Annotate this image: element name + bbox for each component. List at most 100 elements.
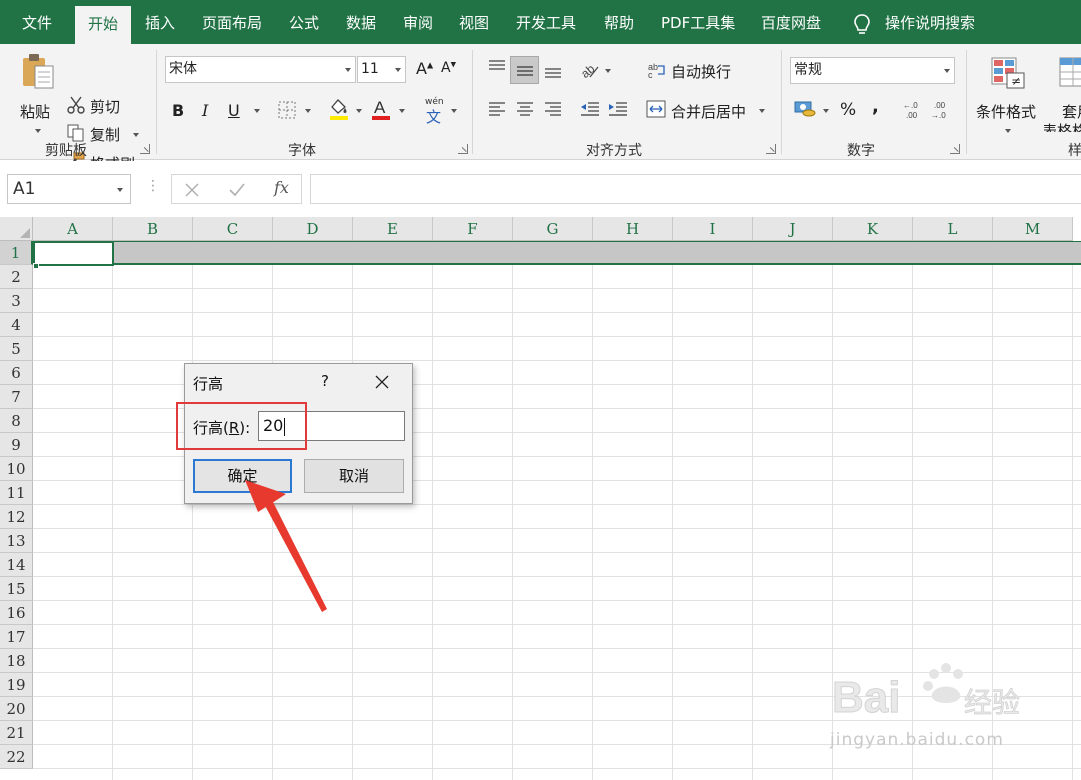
tab-file[interactable]: 文件: [22, 0, 52, 44]
tab-data[interactable]: 数据: [346, 0, 376, 44]
table-row[interactable]: [33, 505, 1081, 529]
row-header-1[interactable]: 1: [0, 241, 33, 265]
increase-font-icon[interactable]: A▲: [416, 59, 433, 78]
phonetic-dropdown-icon[interactable]: [451, 109, 457, 113]
table-row[interactable]: [33, 265, 1081, 289]
wrap-text-button[interactable]: 自动换行: [671, 61, 731, 82]
underline-dropdown-icon[interactable]: [254, 109, 260, 113]
tab-home[interactable]: 开始: [75, 6, 132, 44]
clipboard-launcher-icon[interactable]: [140, 144, 150, 154]
font-launcher-icon[interactable]: [458, 144, 468, 154]
column-header-c[interactable]: C: [193, 217, 273, 241]
row-header-17[interactable]: 17: [0, 625, 33, 649]
close-icon[interactable]: [375, 375, 389, 389]
help-button[interactable]: ?: [321, 372, 329, 390]
font-color-dropdown-icon[interactable]: [399, 109, 405, 113]
lightbulb-icon[interactable]: [852, 13, 872, 37]
column-header-h[interactable]: H: [593, 217, 673, 241]
align-left-icon[interactable]: [488, 102, 506, 116]
orientation-icon[interactable]: ab: [580, 61, 600, 79]
table-row[interactable]: [33, 625, 1081, 649]
fill-color-dropdown-icon[interactable]: [356, 109, 362, 113]
column-header-b[interactable]: B: [113, 217, 193, 241]
merge-dropdown-icon[interactable]: [759, 109, 765, 113]
decrease-decimal-icon[interactable]: .00 →.0: [931, 99, 951, 121]
select-all-corner[interactable]: [0, 217, 33, 241]
currency-icon[interactable]: [794, 99, 816, 117]
table-row[interactable]: [33, 553, 1081, 577]
increase-indent-icon[interactable]: [608, 101, 628, 117]
conditional-formatting-button[interactable]: ≠ 条件格式: [974, 52, 1040, 133]
font-name-select[interactable]: 宋体: [165, 56, 356, 83]
column-header-l[interactable]: L: [913, 217, 993, 241]
border-dropdown-icon[interactable]: [305, 109, 311, 113]
cancel-button[interactable]: 取消: [304, 459, 404, 493]
row-header-5[interactable]: 5: [0, 337, 33, 361]
column-header-m[interactable]: M: [993, 217, 1073, 241]
decrease-font-icon[interactable]: A▼: [441, 60, 456, 76]
number-launcher-icon[interactable]: [950, 144, 960, 154]
row-header-21[interactable]: 21: [0, 721, 33, 745]
ok-button[interactable]: 确定: [193, 459, 292, 493]
align-right-icon[interactable]: [544, 102, 562, 116]
border-icon[interactable]: [278, 101, 296, 119]
table-row[interactable]: [33, 337, 1081, 361]
active-cell-a1[interactable]: [33, 241, 114, 266]
row-header-16[interactable]: 16: [0, 601, 33, 625]
row-header-15[interactable]: 15: [0, 577, 33, 601]
align-middle-button[interactable]: [510, 56, 539, 84]
column-header-g[interactable]: G: [513, 217, 593, 241]
tab-baidu-netdisk[interactable]: 百度网盘: [761, 0, 821, 44]
formula-input[interactable]: [310, 174, 1081, 204]
align-top-icon[interactable]: [488, 59, 506, 75]
row-header-12[interactable]: 12: [0, 505, 33, 529]
row-header-7[interactable]: 7: [0, 385, 33, 409]
number-format-select[interactable]: 常规: [790, 57, 955, 84]
insert-function-icon[interactable]: fx: [274, 178, 289, 197]
font-size-select[interactable]: 11: [357, 56, 406, 83]
tab-pdf-tools[interactable]: PDF工具集: [661, 0, 735, 44]
column-header-d[interactable]: D: [273, 217, 353, 241]
row-header-11[interactable]: 11: [0, 481, 33, 505]
italic-button[interactable]: I: [202, 101, 208, 120]
format-as-table-button[interactable]: 套用 表格格: [1044, 52, 1081, 132]
row-header-18[interactable]: 18: [0, 649, 33, 673]
row-header-2[interactable]: 2: [0, 265, 33, 289]
table-row[interactable]: [33, 241, 1081, 269]
underline-button[interactable]: U: [228, 101, 240, 120]
table-row[interactable]: [33, 577, 1081, 601]
row-header-10[interactable]: 10: [0, 457, 33, 481]
row-header-4[interactable]: 4: [0, 313, 33, 337]
percent-button[interactable]: %: [840, 100, 856, 120]
row-header-22[interactable]: 22: [0, 745, 33, 769]
align-center-icon[interactable]: [516, 102, 534, 116]
tab-formulas[interactable]: 公式: [289, 0, 319, 44]
column-header-a[interactable]: A: [33, 217, 113, 241]
row-header-14[interactable]: 14: [0, 553, 33, 577]
tab-review[interactable]: 审阅: [403, 0, 433, 44]
bold-button[interactable]: B: [172, 101, 184, 120]
comma-button[interactable]: ,: [872, 96, 879, 117]
cut-button[interactable]: 剪切: [90, 96, 120, 117]
tab-view[interactable]: 视图: [459, 0, 489, 44]
decrease-indent-icon[interactable]: [580, 101, 600, 117]
paste-button[interactable]: 粘贴: [15, 52, 61, 133]
cancel-x-icon[interactable]: [184, 182, 200, 198]
orientation-dropdown-icon[interactable]: [605, 69, 611, 73]
column-header-f[interactable]: F: [433, 217, 513, 241]
tab-help[interactable]: 帮助: [604, 0, 634, 44]
tab-insert[interactable]: 插入: [145, 0, 175, 44]
fill-color-icon[interactable]: [328, 97, 350, 121]
row-header-9[interactable]: 9: [0, 433, 33, 457]
table-row[interactable]: [33, 313, 1081, 337]
column-header-k[interactable]: K: [833, 217, 913, 241]
row-header-20[interactable]: 20: [0, 697, 33, 721]
row-header-13[interactable]: 13: [0, 529, 33, 553]
copy-button[interactable]: 复制: [90, 124, 120, 145]
name-box[interactable]: A1: [7, 174, 131, 204]
enter-check-icon[interactable]: [228, 182, 246, 198]
increase-decimal-icon[interactable]: ←.0 .00: [903, 99, 923, 121]
row-header-19[interactable]: 19: [0, 673, 33, 697]
align-bottom-icon[interactable]: [544, 63, 562, 79]
row-header-6[interactable]: 6: [0, 361, 33, 385]
